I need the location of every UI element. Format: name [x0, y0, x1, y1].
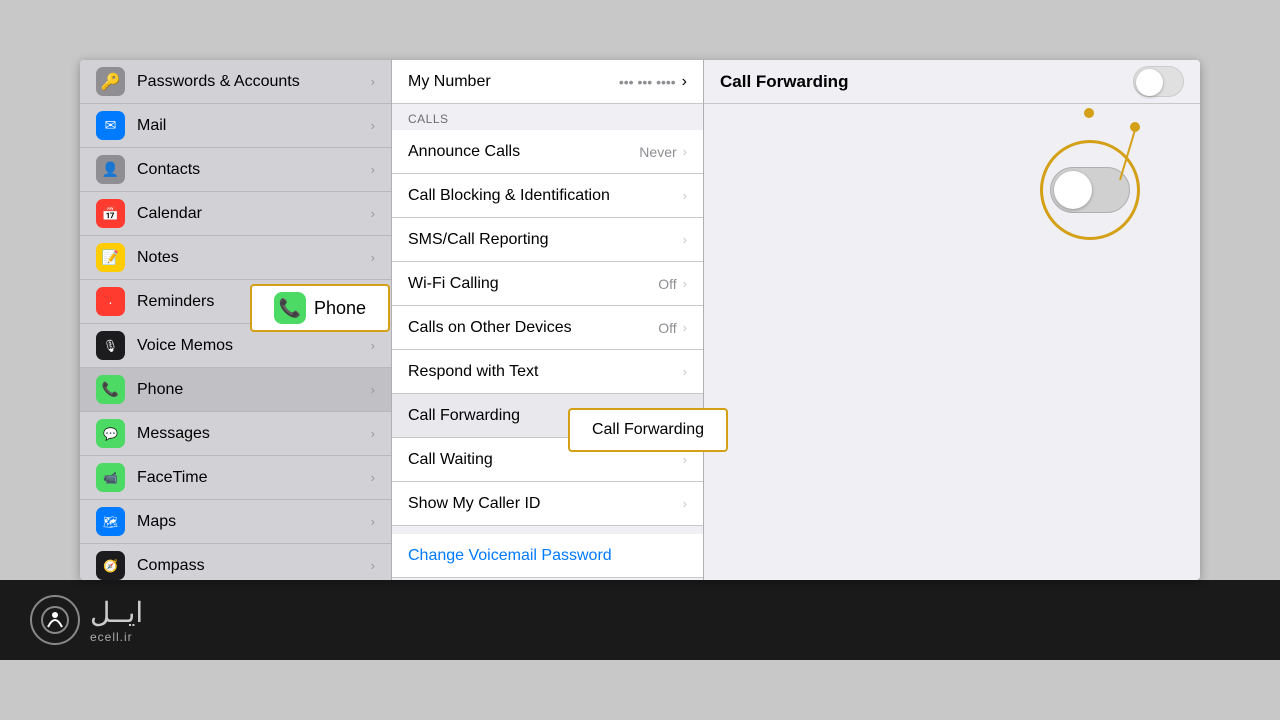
chevron-icon: ›: [371, 558, 375, 573]
sidebar-item-contacts[interactable]: 👤 Contacts ›: [80, 148, 391, 192]
chevron-icon: ›: [371, 382, 375, 397]
my-number-row[interactable]: My Number ••• ••• •••• ›: [392, 60, 703, 104]
calls-section-header: CALLS: [392, 104, 703, 130]
chevron-icon: ›: [371, 206, 375, 221]
chevron-icon: ›: [371, 338, 375, 353]
phone-highlight-box: 📞 Phone: [250, 284, 390, 332]
show-caller-id-label: Show My Caller ID: [408, 495, 683, 513]
call-waiting-label: Call Waiting: [408, 451, 683, 469]
calls-other-value: Off: [658, 320, 676, 336]
brand-circle-icon: [30, 595, 80, 645]
announce-chevron: ›: [683, 144, 687, 159]
respond-chevron: ›: [683, 364, 687, 379]
phone-highlight-label: Phone: [314, 298, 366, 319]
cf-highlight-label: Call Forwarding: [592, 421, 704, 439]
call-forwarding-highlight-box: Call Forwarding: [568, 408, 728, 452]
announce-calls-label: Announce Calls: [408, 143, 639, 161]
voicememos-label: Voice Memos: [137, 337, 371, 355]
notes-label: Notes: [137, 249, 371, 267]
chevron-icon: ›: [371, 162, 375, 177]
calendar-icon: 📅: [96, 199, 125, 228]
contacts-label: Contacts: [137, 161, 371, 179]
other-chevron: ›: [683, 320, 687, 335]
facetime-label: FaceTime: [137, 469, 371, 487]
right-panel-header: Call Forwarding: [704, 60, 1200, 104]
chevron-icon: ›: [371, 118, 375, 133]
passwords-icon: 🔑: [96, 67, 125, 96]
wifi-chevron: ›: [683, 276, 687, 291]
change-voicemail-label: Change Voicemail Password: [408, 547, 612, 565]
notes-icon: 📝: [96, 243, 125, 272]
call-blocking-item[interactable]: Call Blocking & Identification ›: [392, 174, 703, 218]
calls-other-devices-item[interactable]: Calls on Other Devices Off ›: [392, 306, 703, 350]
sidebar-item-facetime[interactable]: 📹 FaceTime ›: [80, 456, 391, 500]
spacer2: [392, 578, 703, 580]
call-blocking-label: Call Blocking & Identification: [408, 187, 683, 205]
maps-icon: 🗺: [96, 507, 125, 536]
respond-text-item[interactable]: Respond with Text ›: [392, 350, 703, 394]
passwords-label: Passwords & Accounts: [137, 73, 371, 91]
compass-label: Compass: [137, 557, 371, 575]
chevron-icon: ›: [371, 250, 375, 265]
wifi-calling-value: Off: [658, 276, 676, 292]
sidebar-item-passwords[interactable]: 🔑 Passwords & Accounts ›: [80, 60, 391, 104]
calls-other-label: Calls on Other Devices: [408, 319, 658, 337]
chevron-icon: ›: [371, 470, 375, 485]
blocking-chevron: ›: [683, 188, 687, 203]
chevron-icon: ›: [371, 426, 375, 441]
phone-icon: 📞: [96, 375, 125, 404]
sidebar-item-notes[interactable]: 📝 Notes ›: [80, 236, 391, 280]
reminders-icon: ·: [96, 287, 125, 316]
compass-icon: 🧭: [96, 551, 125, 580]
bottom-bar: ایــل ecell.ir: [0, 580, 1280, 660]
wifi-calling-item[interactable]: Wi-Fi Calling Off ›: [392, 262, 703, 306]
calendar-label: Calendar: [137, 205, 371, 223]
phone-highlight-icon: 📞: [274, 292, 306, 324]
announce-calls-item[interactable]: Announce Calls Never ›: [392, 130, 703, 174]
maps-label: Maps: [137, 513, 371, 531]
phone-label: Phone: [137, 381, 371, 399]
sidebar-item-mail[interactable]: ✉ Mail ›: [80, 104, 391, 148]
announce-calls-value: Never: [639, 144, 676, 160]
sms-reporting-label: SMS/Call Reporting: [408, 231, 683, 249]
sidebar-item-messages[interactable]: 💬 Messages ›: [80, 412, 391, 456]
sms-reporting-item[interactable]: SMS/Call Reporting ›: [392, 218, 703, 262]
annotation-arrow: [1060, 110, 1140, 190]
show-caller-id-item[interactable]: Show My Caller ID ›: [392, 482, 703, 526]
middle-panel: My Number ••• ••• •••• › CALLS Announce …: [392, 60, 704, 580]
contacts-icon: 👤: [96, 155, 125, 184]
right-panel-title: Call Forwarding: [720, 72, 848, 92]
sidebar-item-maps[interactable]: 🗺 Maps ›: [80, 500, 391, 544]
brand-name: ایــل: [90, 596, 143, 630]
facetime-icon: 📹: [96, 463, 125, 492]
mail-icon: ✉: [96, 111, 125, 140]
wifi-calling-label: Wi-Fi Calling: [408, 275, 658, 293]
mail-label: Mail: [137, 117, 371, 135]
messages-icon: 💬: [96, 419, 125, 448]
brand-text-container: ایــل ecell.ir: [90, 596, 143, 644]
right-panel: Call Forwarding: [704, 60, 1200, 580]
change-voicemail-item[interactable]: Change Voicemail Password: [392, 534, 703, 578]
chevron-icon: ›: [371, 514, 375, 529]
screenshot-container: 🔑 Passwords & Accounts › ✉ Mail › 👤 Cont…: [80, 60, 1200, 580]
chevron-icon: ›: [371, 74, 375, 89]
respond-text-label: Respond with Text: [408, 363, 683, 381]
sidebar-item-compass[interactable]: 🧭 Compass ›: [80, 544, 391, 580]
my-number-value: ••• ••• ••••: [619, 74, 676, 90]
messages-label: Messages: [137, 425, 371, 443]
my-number-chevron: ›: [682, 73, 687, 91]
my-number-label: My Number: [408, 73, 619, 91]
sms-chevron: ›: [683, 232, 687, 247]
spacer: [392, 526, 703, 534]
voicememos-icon: 🎙: [96, 331, 125, 360]
waiting-chevron: ›: [683, 452, 687, 467]
brand-logo: ایــل ecell.ir: [30, 595, 143, 645]
sidebar-item-calendar[interactable]: 📅 Calendar ›: [80, 192, 391, 236]
callerid-chevron: ›: [683, 496, 687, 511]
brand-sub: ecell.ir: [90, 630, 143, 644]
sidebar-item-phone[interactable]: 📞 Phone ›: [80, 368, 391, 412]
call-forwarding-toggle[interactable]: [1133, 66, 1184, 97]
